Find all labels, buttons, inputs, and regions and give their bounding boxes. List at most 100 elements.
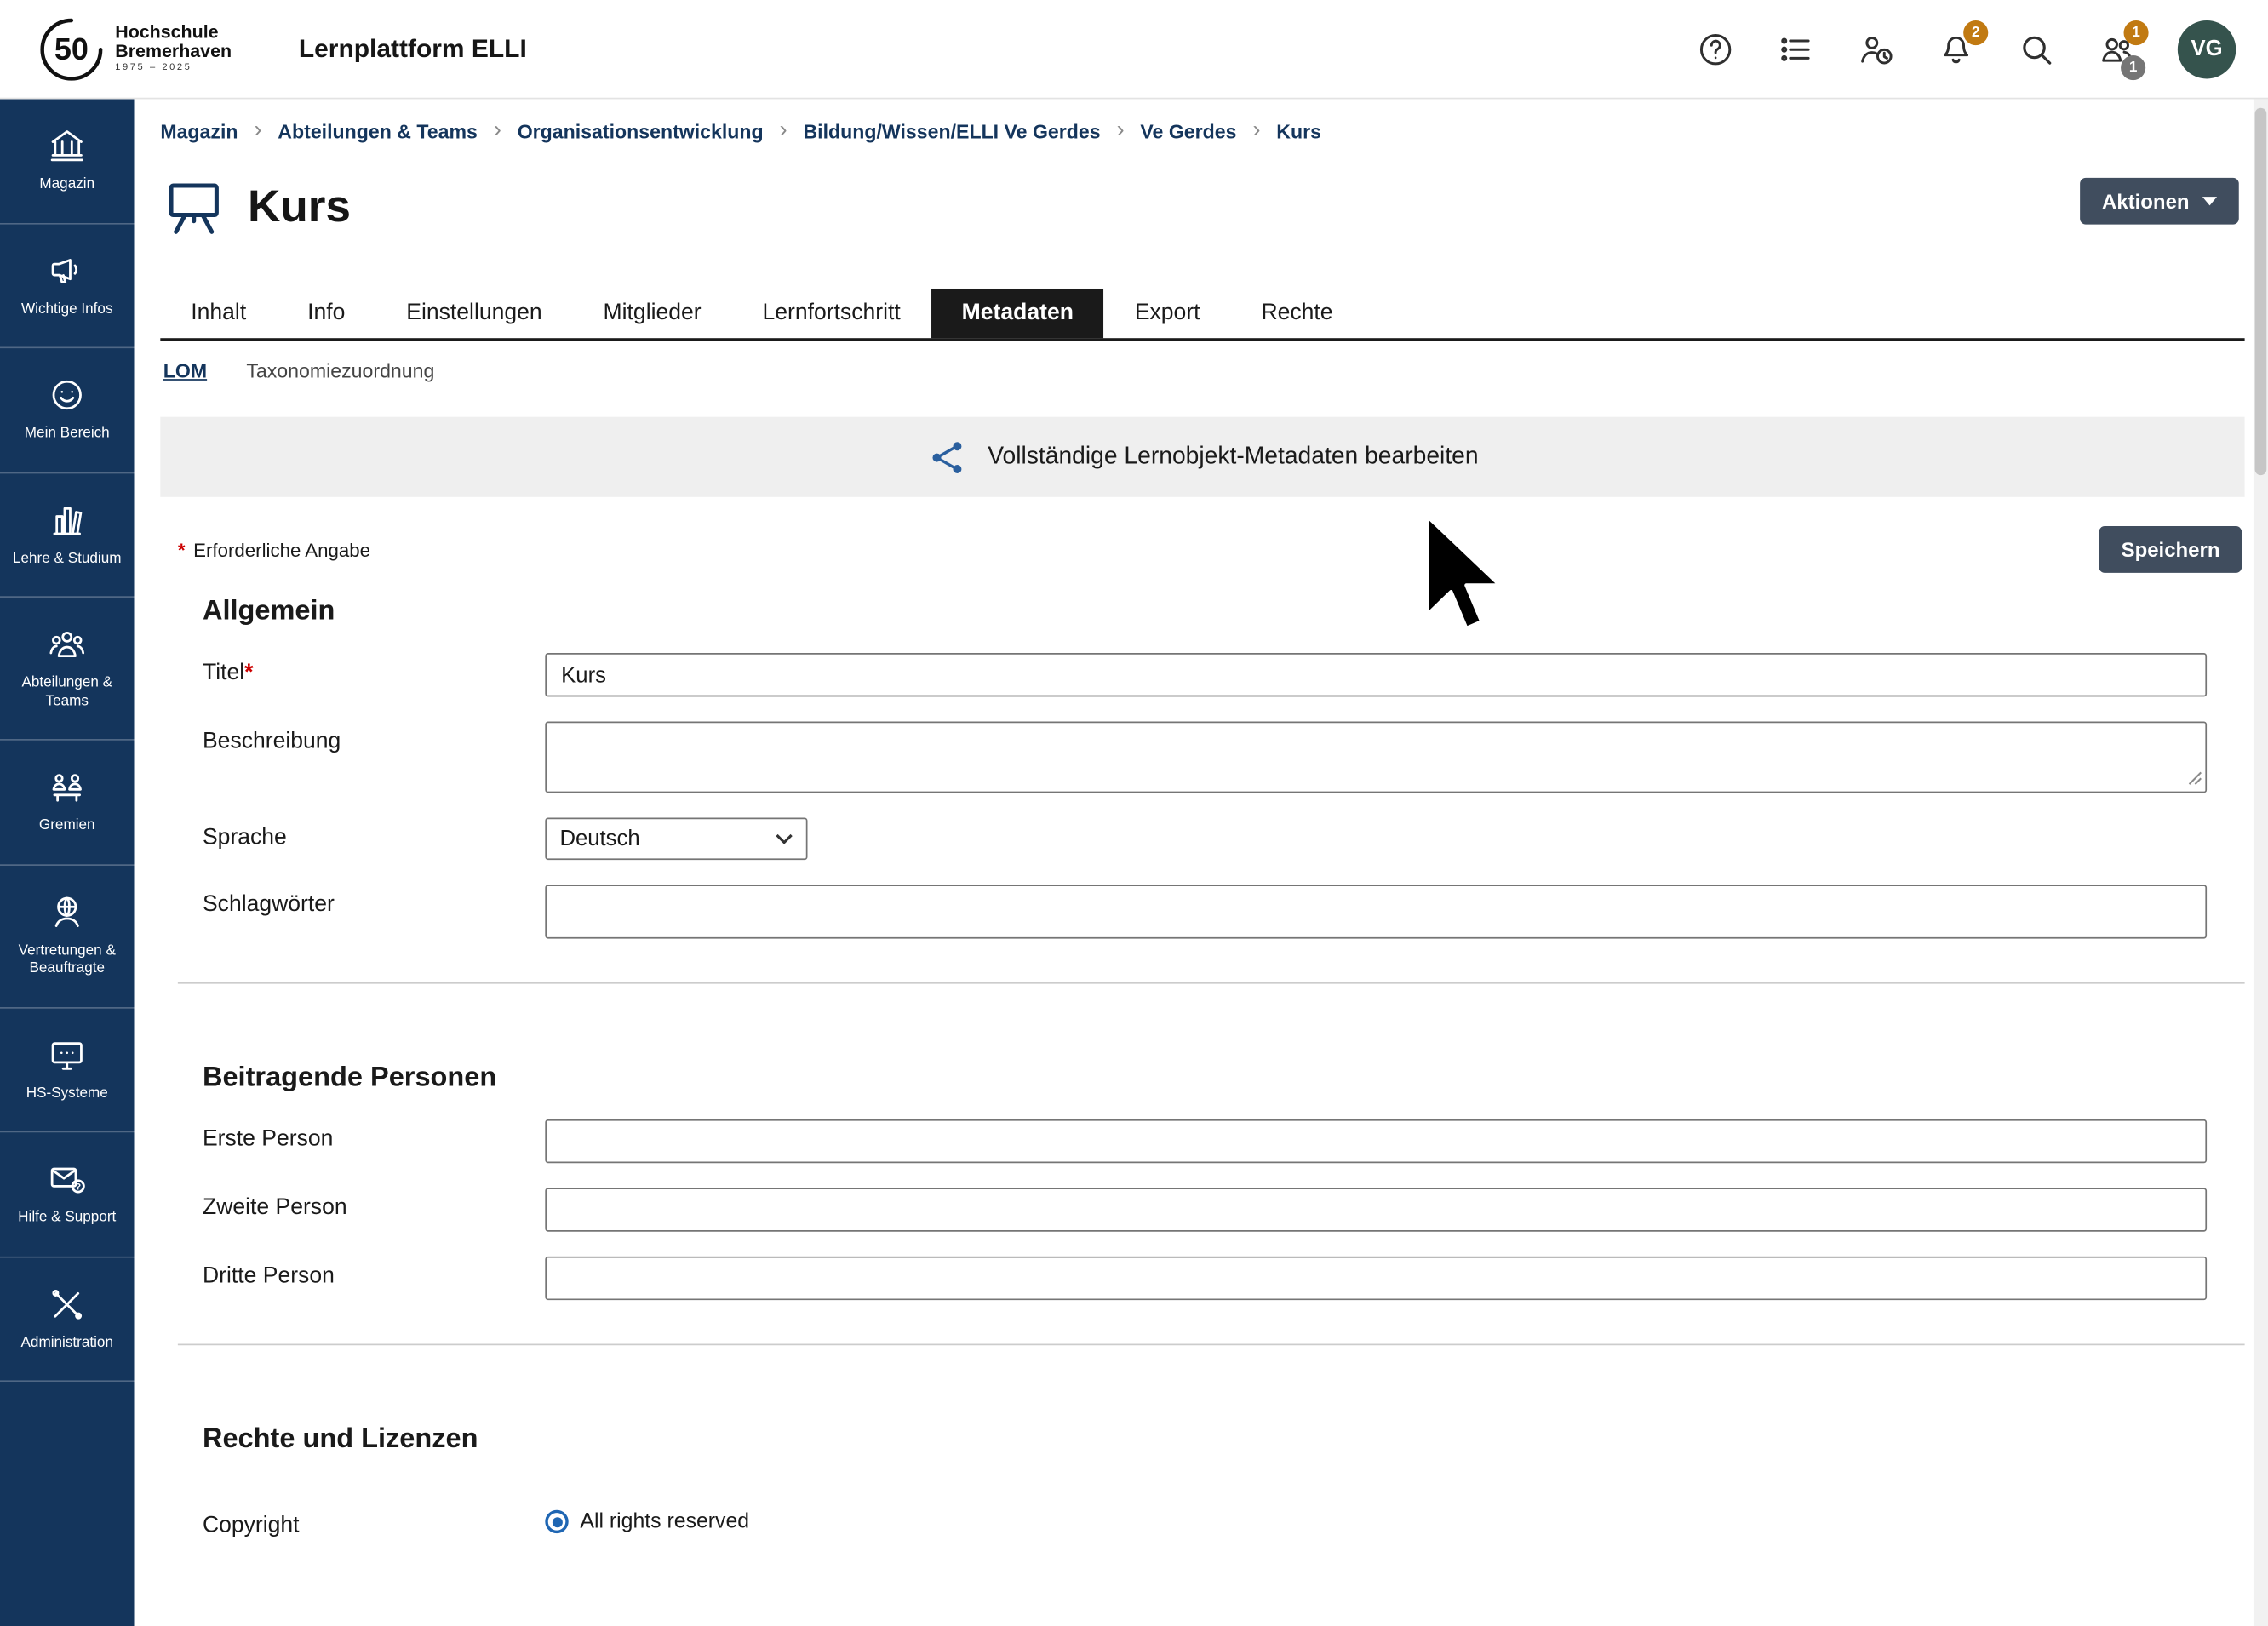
scrollbar-track[interactable] [2254, 99, 2268, 1626]
books-icon [48, 501, 86, 539]
app-title[interactable]: Lernplattform ELLI [299, 33, 527, 64]
tab-mitglieder[interactable]: Mitglieder [573, 289, 732, 338]
form-row-erste-person: Erste Person [160, 1119, 2244, 1163]
logo-50-icon: 50 [38, 15, 106, 83]
sidebar-item-magazin[interactable]: Magazin [0, 99, 135, 223]
tab-lernfortschritt[interactable]: Lernfortschritt [732, 289, 931, 338]
logo-years: 1975 – 2025 [115, 65, 232, 75]
tab-metadaten[interactable]: Metadaten [931, 289, 1104, 338]
titel-label: Titel* [203, 653, 545, 686]
section-divider [178, 1344, 2245, 1346]
breadcrumb-link-magazin[interactable]: Magazin [160, 120, 238, 142]
sidebar-item-lehre-studium[interactable]: Lehre & Studium [0, 473, 135, 598]
viewport: 50 Hochschule Bremerhaven 1975 – 2025 Le… [0, 0, 2268, 1626]
user-avatar[interactable]: VG [2178, 20, 2236, 77]
sidebar-item-label: Gremien [39, 817, 95, 835]
zweite-person-input[interactable] [545, 1188, 2207, 1231]
speichern-button[interactable]: Speichern [2099, 526, 2242, 573]
form-row-copyright: Copyright All rights reserved [160, 1506, 2244, 1539]
svg-text:50: 50 [54, 31, 89, 66]
schlagwoerter-input[interactable] [545, 885, 2207, 938]
logo-name-line1: Hochschule [115, 23, 232, 42]
beschreibung-label: Beschreibung [203, 721, 545, 754]
subtab-bar: LOM Taxonomiezuordnung [160, 341, 2244, 397]
sidebar-item-hilfe-support[interactable]: ? Hilfe & Support [0, 1132, 135, 1257]
task-list-icon[interactable] [1777, 30, 1815, 68]
sidebar: Magazin Wichtige Infos [0, 99, 135, 1626]
hochschule-bremerhaven-logo[interactable]: 50 Hochschule Bremerhaven 1975 – 2025 [38, 15, 232, 83]
breadcrumb-link-organisationsentwicklung[interactable]: Organisationsentwicklung [518, 120, 764, 142]
screen: 50 Hochschule Bremerhaven 1975 – 2025 Le… [0, 0, 2268, 1626]
search-icon[interactable] [2018, 30, 2056, 68]
sidebar-item-mein-bereich[interactable]: Mein Bereich [0, 348, 135, 472]
copyright-label: Copyright [203, 1506, 545, 1539]
top-bar: 50 Hochschule Bremerhaven 1975 – 2025 Le… [0, 0, 2268, 99]
copyright-radio-all-rights-reserved[interactable] [545, 1510, 568, 1533]
sidebar-item-label: HS-Systeme [26, 1085, 108, 1103]
committee-icon [48, 768, 86, 806]
content-row: Magazin Wichtige Infos [0, 99, 2268, 1626]
smiley-icon [48, 376, 86, 415]
sidebar-item-abteilungen-teams[interactable]: Abteilungen & Teams [0, 598, 135, 741]
form-row-titel: Titel* [160, 653, 2244, 696]
sprache-label: Sprache [203, 817, 545, 850]
sidebar-item-wichtige-infos[interactable]: Wichtige Infos [0, 224, 135, 348]
sidebar-item-hs-systeme[interactable]: HS-Systeme [0, 1008, 135, 1132]
breadcrumb-link-bildung-wissen[interactable]: Bildung/Wissen/ELLI Ve Gerdes [803, 120, 1100, 142]
required-asterisk: * [178, 539, 186, 561]
breadcrumb-link-ve-gerdes[interactable]: Ve Gerdes [1140, 120, 1236, 142]
scrollbar-thumb[interactable] [2255, 108, 2267, 475]
contacts-icon[interactable]: 1 1 [2098, 30, 2136, 68]
resize-grip-icon[interactable] [2188, 771, 2202, 786]
beschreibung-textarea[interactable] [545, 721, 2207, 793]
users-icon [48, 625, 86, 663]
erste-person-input[interactable] [545, 1119, 2207, 1163]
titel-input[interactable] [545, 653, 2207, 696]
form-row-sprache: Sprache Deutsch [160, 817, 2244, 860]
sprache-select[interactable]: Deutsch [545, 817, 807, 860]
main-content: Magazin › Abteilungen & Teams › Organisa… [135, 99, 2254, 1626]
save-row: * Erforderliche Angabe Speichern [160, 526, 2244, 573]
form-row-zweite-person: Zweite Person [160, 1188, 2244, 1231]
subtab-taxonomiezuordnung[interactable]: Taxonomiezuordnung [246, 360, 434, 382]
tab-inhalt[interactable]: Inhalt [160, 289, 277, 338]
tab-rechte[interactable]: Rechte [1231, 289, 1364, 338]
help-icon[interactable] [1697, 30, 1735, 68]
aktionen-button-label: Aktionen [2102, 190, 2190, 213]
user-status-icon[interactable] [1857, 30, 1895, 68]
notifications-bell-icon[interactable]: 2 [1937, 30, 1975, 68]
required-note: * Erforderliche Angabe [178, 539, 370, 561]
sidebar-item-label: Abteilungen & Teams [4, 675, 129, 712]
sprache-select-value: Deutsch [559, 827, 639, 851]
top-bar-icons: 2 1 1 VG [1697, 20, 2236, 77]
aktionen-button[interactable]: Aktionen [2080, 178, 2238, 225]
page-title: Kurs [248, 180, 351, 233]
required-note-text: Erforderliche Angabe [193, 539, 370, 561]
sidebar-item-label: Mein Bereich [25, 426, 110, 444]
logo-name-line2: Bremerhaven [115, 43, 232, 61]
schlagwoerter-label: Schlagwörter [203, 885, 545, 918]
dritte-person-input[interactable] [545, 1257, 2207, 1300]
monitor-icon [48, 1035, 86, 1074]
sprache-control: Deutsch [545, 817, 2207, 860]
subtab-lom[interactable]: LOM [163, 360, 207, 382]
tab-export[interactable]: Export [1104, 289, 1231, 338]
bank-icon [48, 127, 86, 165]
form-row-schlagwoerter: Schlagwörter [160, 885, 2244, 938]
globe-people-icon [48, 893, 86, 931]
copyright-control: All rights reserved [545, 1506, 2207, 1534]
sidebar-item-label: Vertretungen & Beauftragte [4, 942, 129, 979]
notifications-badge: 2 [1963, 20, 1988, 44]
sidebar-item-administration[interactable]: Administration [0, 1257, 135, 1382]
breadcrumb-link-kurs[interactable]: Kurs [1276, 120, 1321, 142]
sidebar-item-vertretungen-beauftragte[interactable]: Vertretungen & Beauftragte [0, 865, 135, 1008]
chevron-down-icon [776, 833, 793, 844]
tab-info[interactable]: Info [277, 289, 375, 338]
edit-full-metadata-banner[interactable]: Vollständige Lernobjekt-Metadaten bearbe… [160, 417, 2244, 497]
logo-text: Hochschule Bremerhaven 1975 – 2025 [115, 23, 232, 74]
breadcrumb-link-abteilungen-teams[interactable]: Abteilungen & Teams [278, 120, 478, 142]
sidebar-item-gremien[interactable]: Gremien [0, 741, 135, 865]
tab-einstellungen[interactable]: Einstellungen [375, 289, 572, 338]
zweite-person-label: Zweite Person [203, 1188, 545, 1221]
sidebar-item-label: Administration [21, 1334, 113, 1352]
